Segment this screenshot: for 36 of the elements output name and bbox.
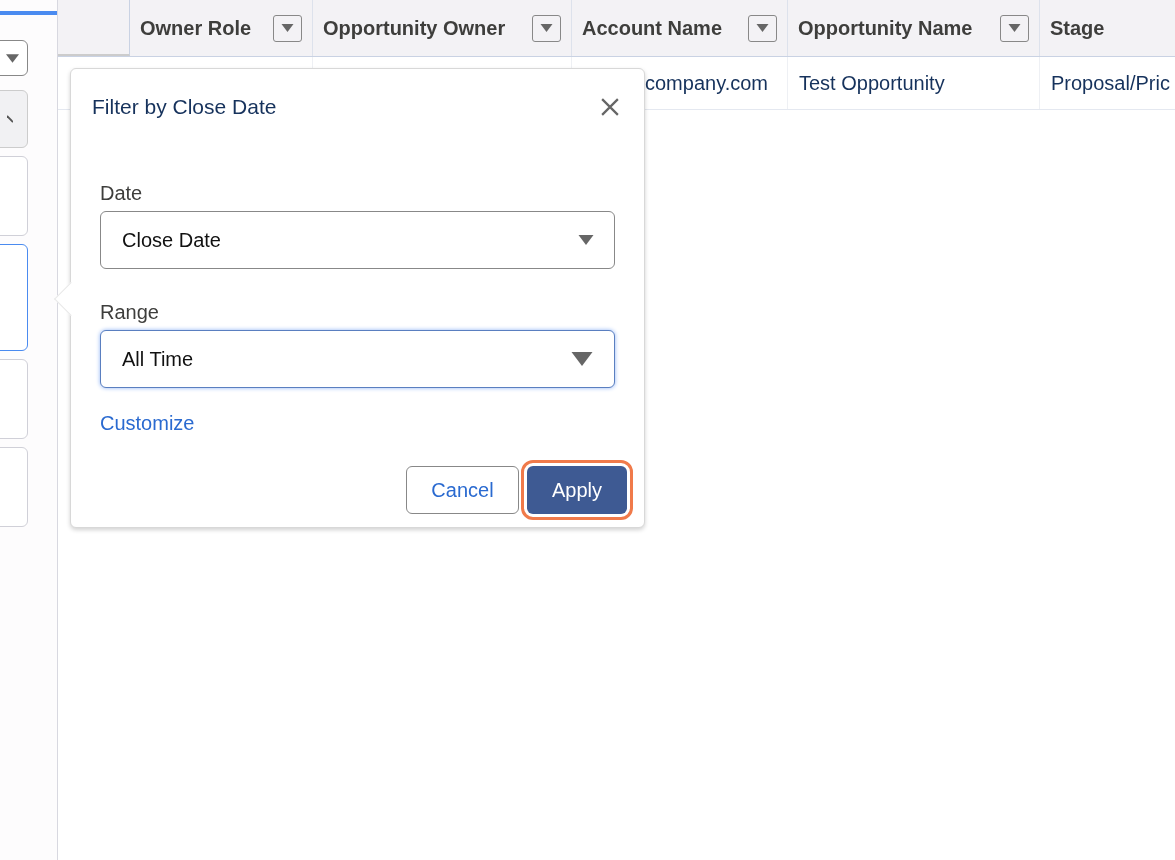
column-header[interactable]: Owner Role [130, 0, 313, 56]
caret-icon [1008, 24, 1021, 32]
active-tab-bar [0, 11, 57, 15]
caret-icon [570, 351, 594, 366]
caret-icon [756, 24, 769, 32]
column-header[interactable]: Opportunity Owner [313, 0, 572, 56]
column-menu-button[interactable] [748, 14, 777, 42]
column-title: Owner Role [140, 16, 252, 41]
column-menu-button[interactable] [532, 14, 561, 42]
close-icon[interactable] [601, 97, 619, 116]
column-header[interactable]: Stage [1040, 0, 1175, 56]
field-label: Range [100, 299, 160, 325]
caret-icon [6, 53, 19, 63]
popover-title: Filter by Close Date [92, 94, 277, 120]
caret-icon [540, 24, 553, 32]
caret-icon [578, 234, 594, 245]
column-title: Opportunity Owner [323, 16, 506, 41]
column-title: Opportunity Name [798, 16, 973, 41]
table-cell-text: Proposal/Pric [1051, 71, 1170, 96]
column-title: Stage [1050, 16, 1105, 41]
column-header[interactable]: Opportunity Name [788, 0, 1040, 56]
select-value: Close Date [122, 227, 221, 253]
select-field[interactable]: Close Date [100, 210, 615, 269]
table-cell-text: Test Opportunity [799, 71, 945, 96]
search-icon [7, 115, 13, 123]
customize-link[interactable]: Customize [100, 407, 195, 438]
cancel-button[interactable]: Cancel [406, 465, 519, 514]
column-title: Account Name [582, 16, 723, 41]
column-menu-button[interactable] [273, 14, 302, 42]
select-value: All Time [122, 346, 194, 372]
column-header[interactable]: Account Name [572, 0, 788, 56]
caret-icon [281, 24, 294, 32]
column-menu-button[interactable] [1000, 14, 1029, 42]
select-field[interactable]: All Time [100, 329, 615, 388]
field-label: Date [100, 180, 144, 206]
table-cell-text: company.com [645, 71, 768, 96]
